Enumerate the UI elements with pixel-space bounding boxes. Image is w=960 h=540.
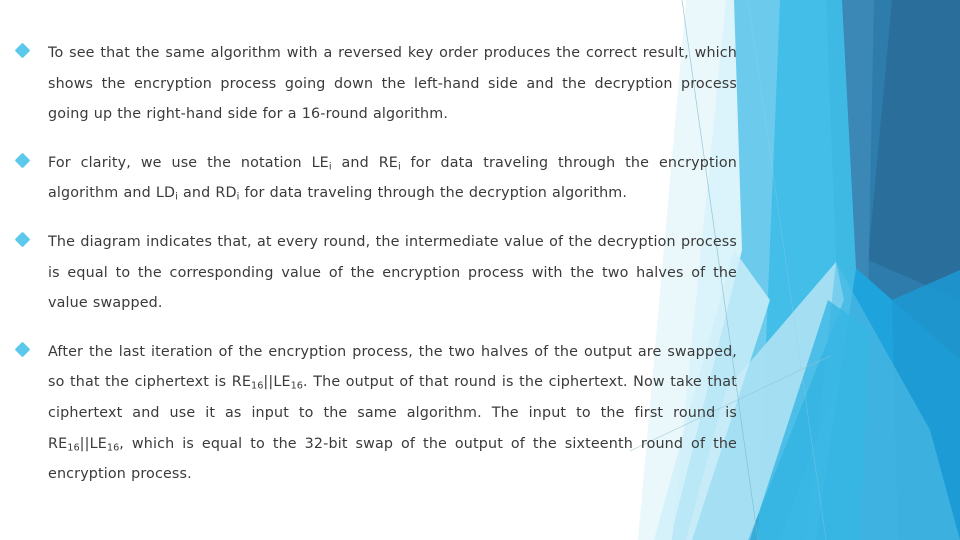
subscript: i [175,192,178,204]
facet-shape-bottom-cyan [750,300,870,540]
list-item: After the last iteration of the encrypti… [0,337,745,490]
bullet-text-3: After the last iteration of the encrypti… [48,343,737,483]
slide-canvas: To see that the same algorithm with a re… [0,0,960,540]
facet-shape-deep-steel [808,0,960,540]
subscript: i [397,161,401,173]
facet-shape-azure-2 [892,270,960,540]
diamond-bullet-icon [14,231,31,248]
list-item: To see that the same algorithm with a re… [0,38,745,130]
bullet-text-1: For clarity, we use the notation LEi and… [48,154,737,204]
bullet-text-0: To see that the same algorithm with a re… [48,45,737,123]
subscript: i [328,161,332,173]
slide-body-placeholder: To see that the same algorithm with a re… [0,0,745,540]
subscript: 16 [67,442,80,454]
subscript: 16 [106,442,120,454]
diamond-bullet-icon [14,152,31,169]
subscript: 16 [290,381,303,393]
facet-shape-azure [816,268,960,540]
list-item: For clarity, we use the notation LEi and… [0,148,745,209]
subscript: 16 [251,381,264,393]
bullet-list: To see that the same algorithm with a re… [0,38,745,490]
facet-shape-light-sky-2 [806,262,960,540]
diamond-bullet-icon [14,42,31,59]
bullet-text-2: The diagram indicates that, at every rou… [48,233,737,312]
diamond-bullet-icon [14,341,31,358]
facet-shape-deep-steel-2 [868,0,960,300]
subscript: i [236,192,240,204]
facet-hairline-edge [747,0,827,540]
facet-shape-mid-blue [726,0,874,540]
facet-shape-bright-cyan [758,0,930,540]
list-item: The diagram indicates that, at every rou… [0,227,745,319]
